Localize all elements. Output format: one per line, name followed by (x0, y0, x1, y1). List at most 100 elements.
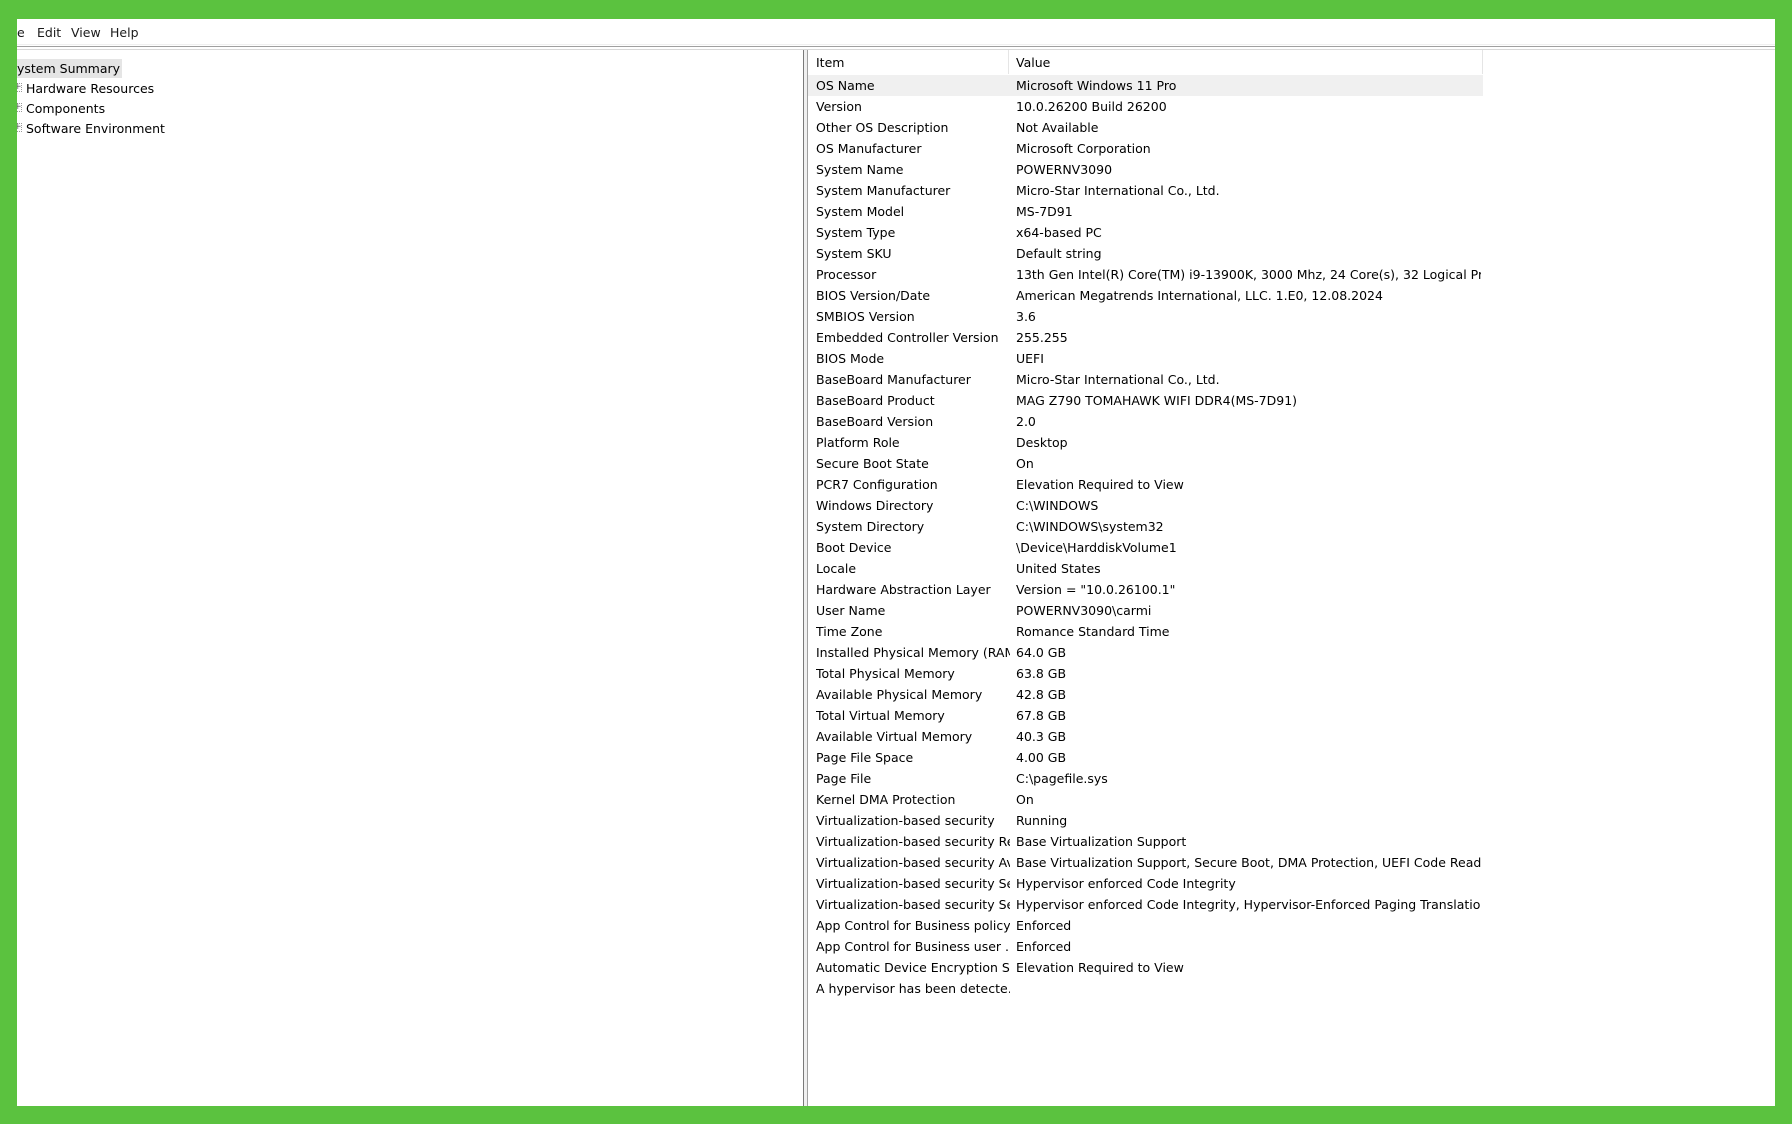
table-row[interactable]: Total Virtual Memory 67.8 GB (808, 705, 1483, 726)
table-row[interactable]: Time Zone Romance Standard Time (808, 621, 1483, 642)
table-row[interactable]: System Directory C:\WINDOWS\system32 (808, 516, 1483, 537)
expand-icon[interactable]: + (17, 103, 22, 112)
table-row[interactable]: System Type x64-based PC (808, 222, 1483, 243)
item-cell: BaseBoard Manufacturer (816, 372, 971, 387)
item-cell: Available Virtual Memory (816, 729, 973, 744)
table-row[interactable]: BaseBoard Product MAG Z790 TOMAHAWK WIFI … (808, 390, 1483, 411)
item-cell: Page File Space (816, 750, 914, 765)
column-separator[interactable] (1482, 50, 1483, 74)
expand-icon[interactable]: + (17, 123, 22, 132)
value-cell: 13th Gen Intel(R) Core(TM) i9-13900K, 30… (1016, 267, 1481, 282)
table-row[interactable]: BIOS Version/Date American Megatrends Int… (808, 285, 1483, 306)
value-cell: POWERNV3090\carmi (1016, 603, 1152, 618)
menu-file[interactable]: e (17, 26, 25, 40)
item-cell: BaseBoard Version (816, 414, 934, 429)
table-row[interactable]: BIOS Mode UEFI (808, 348, 1483, 369)
item-cell: Automatic Device Encryption Su... (816, 960, 1010, 975)
item-cell: User Name (816, 603, 886, 618)
table-row[interactable]: User Name POWERNV3090\carmi (808, 600, 1483, 621)
column-separator[interactable] (1008, 50, 1009, 74)
value-cell: 2.0 (1016, 414, 1036, 429)
column-header-value[interactable]: Value (1016, 50, 1050, 74)
item-cell: App Control for Business user ... (816, 939, 1010, 954)
column-header-item[interactable]: Item (816, 50, 844, 74)
value-cell: 10.0.26200 Build 26200 (1016, 99, 1167, 114)
table-row[interactable]: Virtualization-based security Se... Hyper… (808, 894, 1483, 915)
table-row[interactable]: Boot Device \Device\HarddiskVolume1 (808, 537, 1483, 558)
table-row[interactable]: BaseBoard Version 2.0 (808, 411, 1483, 432)
table-row[interactable]: Virtualization-based security Running (808, 810, 1483, 831)
item-cell: Processor (816, 267, 877, 282)
item-cell: Time Zone (816, 624, 883, 639)
item-cell: SMBIOS Version (816, 309, 915, 324)
table-row[interactable]: App Control for Business user ... Enforce… (808, 936, 1483, 957)
menu-help[interactable]: Help (110, 26, 139, 40)
item-cell: Page File (816, 771, 872, 786)
table-row[interactable]: Available Physical Memory 42.8 GB (808, 684, 1483, 705)
item-cell: BIOS Mode (816, 351, 885, 366)
table-row[interactable]: Secure Boot State On (808, 453, 1483, 474)
table-row[interactable]: OS Name Microsoft Windows 11 Pro (808, 75, 1483, 96)
table-row[interactable]: Version 10.0.26200 Build 26200 (808, 96, 1483, 117)
table-row[interactable]: Page File Space 4.00 GB (808, 747, 1483, 768)
table-row[interactable]: Total Physical Memory 63.8 GB (808, 663, 1483, 684)
tree-item-label: Software Environment (26, 121, 165, 136)
value-cell: 64.0 GB (1016, 645, 1067, 660)
item-cell: OS Manufacturer (816, 141, 922, 156)
item-cell: Virtualization-based security (816, 813, 995, 828)
table-row[interactable]: System SKU Default string (808, 243, 1483, 264)
table-row[interactable]: Windows Directory C:\WINDOWS (808, 495, 1483, 516)
item-cell: Kernel DMA Protection (816, 792, 956, 807)
table-row[interactable]: PCR7 Configuration Elevation Required to … (808, 474, 1483, 495)
value-cell: \Device\HarddiskVolume1 (1016, 540, 1177, 555)
value-cell: Enforced (1016, 918, 1072, 933)
tree-item-label: Components (26, 101, 106, 116)
table-row[interactable]: Virtualization-based security Av... Base … (808, 852, 1483, 873)
value-cell: Base Virtualization Support, Secure Boot… (1016, 855, 1481, 870)
item-cell: System Model (816, 204, 905, 219)
menu-view[interactable]: View (71, 26, 101, 40)
table-row[interactable]: Available Virtual Memory 40.3 GB (808, 726, 1483, 747)
item-cell: Version (816, 99, 862, 114)
table-row[interactable]: A hypervisor has been detecte... (808, 978, 1483, 999)
item-cell: Windows Directory (816, 498, 934, 513)
table-row[interactable]: Automatic Device Encryption Su... Elevati… (808, 957, 1483, 978)
table-row[interactable]: OS Manufacturer Microsoft Corporation (808, 138, 1483, 159)
table-row[interactable]: Platform Role Desktop (808, 432, 1483, 453)
item-cell: System SKU (816, 246, 892, 261)
table-row[interactable]: BaseBoard Manufacturer Micro-Star Interna… (808, 369, 1483, 390)
table-row[interactable]: SMBIOS Version 3.6 (808, 306, 1483, 327)
table-row[interactable]: Embedded Controller Version 255.255 (808, 327, 1483, 348)
table-row[interactable]: Virtualization-based security Se... Hyper… (808, 873, 1483, 894)
table-row[interactable]: Processor 13th Gen Intel(R) Core(TM) i9-1… (808, 264, 1483, 285)
value-cell: MS-7D91 (1016, 204, 1073, 219)
value-cell: C:\WINDOWS\system32 (1016, 519, 1164, 534)
item-cell: Locale (816, 561, 857, 576)
table-row[interactable]: Hardware Abstraction Layer Version = "10.… (808, 579, 1483, 600)
value-cell: Romance Standard Time (1016, 624, 1170, 639)
value-cell: 4.00 GB (1016, 750, 1067, 765)
table-row[interactable]: Virtualization-based security Re... Base … (808, 831, 1483, 852)
category-tree[interactable]: ystem Summary + Hardware Resources + Com… (17, 50, 803, 1106)
expand-icon[interactable]: + (17, 83, 22, 92)
table-row[interactable]: App Control for Business policy Enforced (808, 915, 1483, 936)
item-cell: Secure Boot State (816, 456, 929, 471)
value-cell: Micro-Star International Co., Ltd. (1016, 372, 1220, 387)
table-row[interactable]: Page File C:\pagefile.sys (808, 768, 1483, 789)
table-row[interactable]: Other OS Description Not Available (808, 117, 1483, 138)
table-row[interactable]: Installed Physical Memory (RAM) 64.0 GB (808, 642, 1483, 663)
table-row[interactable]: System Manufacturer Micro-Star Internatio… (808, 180, 1483, 201)
menu-separator (17, 46, 1775, 47)
value-cell: 63.8 GB (1016, 666, 1067, 681)
table-row[interactable]: Locale United States (808, 558, 1483, 579)
value-cell: 40.3 GB (1016, 729, 1067, 744)
value-cell: On (1016, 792, 1034, 807)
item-cell: System Type (816, 225, 896, 240)
menu-edit[interactable]: Edit (37, 26, 61, 40)
value-cell: 67.8 GB (1016, 708, 1067, 723)
details-list[interactable]: Item Value OS Name Microsoft Windows 11 P… (808, 50, 1775, 1106)
value-cell: Elevation Required to View (1016, 477, 1184, 492)
table-row[interactable]: System Name POWERNV3090 (808, 159, 1483, 180)
table-row[interactable]: Kernel DMA Protection On (808, 789, 1483, 810)
table-row[interactable]: System Model MS-7D91 (808, 201, 1483, 222)
